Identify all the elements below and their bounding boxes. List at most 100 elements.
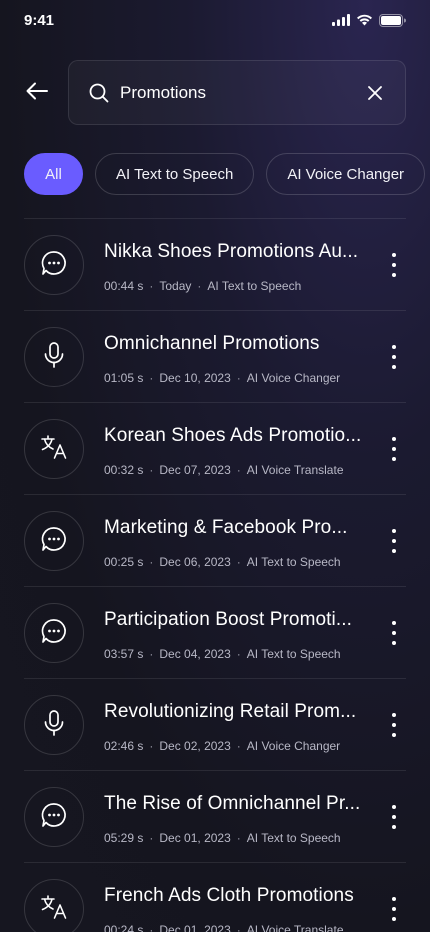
item-date: Dec 04, 2023	[159, 647, 231, 661]
chat-bubble-icon	[40, 249, 68, 282]
list-item[interactable]: Marketing & Facebook Pro... 00:25 s · Dec 0…	[24, 494, 406, 586]
item-avatar	[24, 787, 84, 847]
item-category: AI Voice Translate	[246, 923, 344, 932]
results-list: Nikka Shoes Promotions Au... 00:44 s · Toda…	[24, 218, 406, 932]
microphone-icon	[42, 709, 66, 742]
item-category: AI Text to Speech	[207, 279, 302, 293]
meta-separator: ·	[149, 463, 154, 477]
filter-chips: All AI Text to Speech AI Voice Changer	[24, 153, 430, 195]
meta-separator: ·	[236, 923, 241, 932]
chat-bubble-icon	[40, 617, 68, 650]
list-item[interactable]: Korean Shoes Ads Promotio... 00:32 s · Dec …	[24, 402, 406, 494]
meta-separator: ·	[149, 647, 154, 661]
meta-separator: ·	[149, 831, 154, 845]
meta-separator: ·	[149, 739, 154, 753]
more-vertical-icon	[392, 805, 396, 809]
status-time: 9:41	[24, 11, 55, 29]
chat-bubble-icon	[40, 525, 68, 558]
item-title: Marketing & Facebook Pro...	[104, 517, 348, 538]
meta-separator: ·	[236, 739, 241, 753]
item-date: Today	[159, 279, 192, 293]
list-item[interactable]: Nikka Shoes Promotions Au... 00:44 s · Toda…	[24, 218, 406, 310]
item-duration: 00:32 s	[104, 463, 144, 477]
clear-search-button[interactable]	[365, 83, 385, 103]
back-button[interactable]	[22, 78, 52, 108]
item-date: Dec 06, 2023	[159, 555, 231, 569]
item-title: Korean Shoes Ads Promotio...	[104, 425, 362, 446]
chat-bubble-icon	[40, 801, 68, 834]
search-icon	[89, 83, 109, 108]
meta-separator: ·	[236, 831, 241, 845]
more-vertical-icon	[392, 621, 396, 625]
item-duration: 01:05 s	[104, 371, 144, 385]
search-input[interactable]	[120, 61, 350, 124]
more-options-button[interactable]	[386, 805, 402, 829]
item-date: Dec 02, 2023	[159, 739, 231, 753]
more-vertical-icon	[392, 529, 396, 533]
more-options-button[interactable]	[386, 897, 402, 921]
meta-separator: ·	[236, 463, 241, 477]
item-category: AI Voice Changer	[246, 739, 341, 753]
arrow-left-icon	[26, 82, 48, 105]
more-options-button[interactable]	[386, 345, 402, 369]
item-date: Dec 10, 2023	[159, 371, 231, 385]
more-vertical-icon	[392, 345, 396, 349]
item-avatar	[24, 603, 84, 663]
meta-separator: ·	[236, 371, 241, 385]
item-duration: 00:24 s	[104, 923, 144, 932]
translate-icon	[40, 434, 68, 465]
more-options-button[interactable]	[386, 621, 402, 645]
translate-icon	[40, 894, 68, 925]
item-avatar	[24, 695, 84, 755]
item-avatar	[24, 419, 84, 479]
item-title: French Ads Cloth Promotions	[104, 885, 354, 906]
meta-separator: ·	[149, 923, 154, 932]
filter-chip-ai-voice-changer[interactable]: AI Voice Changer	[266, 153, 426, 195]
item-meta: 03:57 s · Dec 04, 2023 · AI Text to Speech	[104, 647, 374, 661]
item-avatar	[24, 511, 84, 571]
more-options-button[interactable]	[386, 437, 402, 461]
item-meta: 00:25 s · Dec 06, 2023 · AI Text to Speech	[104, 555, 374, 569]
more-options-button[interactable]	[386, 529, 402, 553]
item-date: Dec 01, 2023	[159, 831, 231, 845]
item-duration: 02:46 s	[104, 739, 144, 753]
item-duration: 00:25 s	[104, 555, 144, 569]
meta-separator: ·	[149, 279, 154, 293]
item-meta: 00:32 s · Dec 07, 2023 · AI Voice Translate	[104, 463, 374, 477]
item-meta: 00:24 s · Dec 01, 2023 · AI Voice Translate	[104, 923, 374, 932]
filter-chip-all[interactable]: All	[24, 153, 83, 195]
more-options-button[interactable]	[386, 253, 402, 277]
more-options-button[interactable]	[386, 713, 402, 737]
list-item[interactable]: The Rise of Omnichannel Pr... 05:29 s · Dec…	[24, 770, 406, 862]
more-vertical-icon	[392, 253, 396, 257]
item-meta: 00:44 s · Today · AI Text to Speech	[104, 279, 374, 293]
list-item[interactable]: Revolutionizing Retail Prom... 02:46 s · De…	[24, 678, 406, 770]
meta-separator: ·	[149, 371, 154, 385]
status-icons	[332, 13, 406, 27]
item-title: The Rise of Omnichannel Pr...	[104, 793, 361, 814]
item-date: Dec 01, 2023	[159, 923, 231, 932]
filter-chip-ai-text-to-speech[interactable]: AI Text to Speech	[95, 153, 255, 195]
item-category: AI Text to Speech	[246, 555, 341, 569]
list-item[interactable]: Omnichannel Promotions 01:05 s · Dec 10, 20…	[24, 310, 406, 402]
more-vertical-icon	[392, 437, 396, 441]
list-item[interactable]: Participation Boost Promoti... 03:57 s · De…	[24, 586, 406, 678]
meta-separator: ·	[149, 555, 154, 569]
item-meta: 05:29 s · Dec 01, 2023 · AI Text to Speech	[104, 831, 374, 845]
list-item[interactable]: French Ads Cloth Promotions 00:24 s · Dec 0…	[24, 862, 406, 932]
item-category: AI Voice Translate	[246, 463, 344, 477]
item-duration: 00:44 s	[104, 279, 144, 293]
item-meta: 02:46 s · Dec 02, 2023 · AI Voice Changer	[104, 739, 374, 753]
cellular-signal-icon	[332, 14, 350, 26]
battery-icon	[379, 13, 406, 27]
item-title: Participation Boost Promoti...	[104, 609, 352, 630]
item-category: AI Text to Speech	[246, 831, 341, 845]
meta-separator: ·	[197, 279, 202, 293]
meta-separator: ·	[236, 647, 241, 661]
item-category: AI Voice Changer	[246, 371, 341, 385]
item-title: Omnichannel Promotions	[104, 333, 320, 354]
microphone-icon	[42, 341, 66, 374]
item-duration: 03:57 s	[104, 647, 144, 661]
item-category: AI Text to Speech	[246, 647, 341, 661]
wifi-icon	[356, 14, 373, 26]
